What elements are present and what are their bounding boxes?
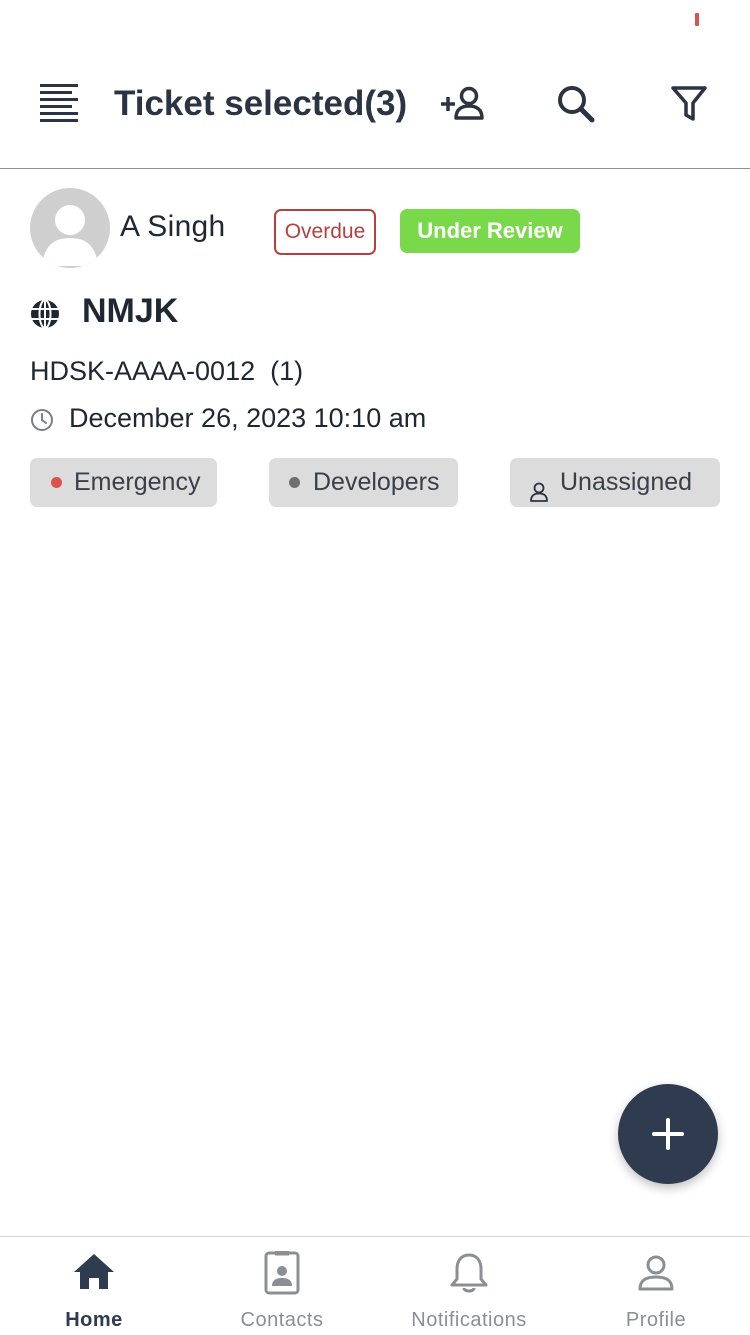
nav-contacts-label: Contacts: [240, 1309, 324, 1331]
priority-dot: [51, 477, 62, 488]
home-icon: [72, 1251, 116, 1295]
ticket-id: HDSK-AAAA-0012 (1): [30, 356, 304, 386]
selected-count: (3): [364, 84, 408, 123]
add-person-icon[interactable]: [438, 80, 488, 130]
plus-icon: [652, 1118, 684, 1150]
search-icon[interactable]: [552, 80, 602, 130]
priority-chip[interactable]: Emergency: [30, 458, 217, 507]
agent-chip[interactable]: Unassigned: [510, 458, 720, 507]
group-label: Developers: [313, 468, 440, 496]
person-icon: [634, 1251, 678, 1295]
status-badge: Under Review: [400, 209, 580, 253]
nav-notifications-label: Notifications: [411, 1309, 527, 1331]
agent-label: Unassigned: [560, 468, 693, 496]
ticket-subject: NMJK: [82, 292, 179, 330]
bottom-nav: Home Contacts Notifications Profile: [0, 1236, 750, 1335]
filter-icon[interactable]: [666, 80, 716, 130]
group-dot: [289, 477, 300, 488]
app-header: Ticket selected(3): [0, 62, 750, 146]
status-indicator: [695, 13, 699, 26]
nav-contacts[interactable]: Contacts: [192, 1237, 372, 1335]
contact-card-icon: [260, 1250, 304, 1295]
title-text: Ticket selected: [114, 84, 365, 123]
bell-icon: [447, 1251, 491, 1295]
priority-label: Emergency: [74, 468, 201, 496]
globe-icon: [29, 298, 61, 330]
ticket-card[interactable]: A Singh Overdue Under Review NMJK HDSK-A…: [0, 170, 750, 530]
clock-icon: [30, 408, 54, 432]
nav-home-label: Home: [65, 1309, 123, 1331]
nav-home[interactable]: Home: [4, 1237, 184, 1335]
person-icon: [528, 471, 550, 502]
nav-profile[interactable]: Profile: [566, 1237, 746, 1335]
page-title: Ticket selected(3): [114, 81, 407, 127]
header-divider: [0, 168, 750, 169]
avatar: [30, 188, 110, 268]
ticket-date: December 26, 2023 10:10 am: [69, 403, 427, 433]
requester-name: A Singh: [120, 210, 226, 243]
group-chip[interactable]: Developers: [269, 458, 458, 507]
nav-notifications[interactable]: Notifications: [379, 1237, 559, 1335]
add-ticket-button[interactable]: [618, 1084, 718, 1184]
nav-profile-label: Profile: [625, 1309, 687, 1331]
menu-icon[interactable]: [40, 84, 82, 124]
overdue-badge: Overdue: [274, 209, 376, 255]
